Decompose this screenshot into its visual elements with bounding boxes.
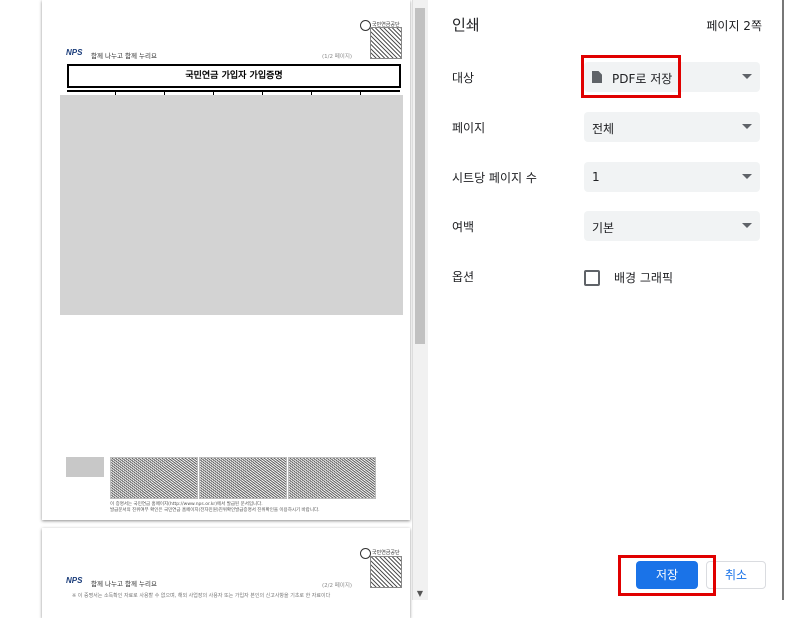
document-title: 국민연금 가입자 가입증명 [67, 64, 401, 88]
destination-highlight [581, 55, 681, 98]
options-label: 옵션 [452, 270, 475, 284]
preview-scroll-thumb[interactable] [415, 8, 425, 344]
barcode-2 [199, 457, 287, 499]
pages-per-sheet-value: 1 [592, 170, 600, 184]
seal-label: 국민연금공단 [372, 550, 400, 556]
chevron-down-icon [742, 223, 752, 228]
chevron-down-icon [742, 74, 752, 79]
margins-label: 여백 [452, 220, 475, 234]
redacted-content [60, 95, 403, 315]
margins-value: 기본 [592, 221, 615, 235]
slogan: 함께 나누고 함께 누리요 [91, 580, 157, 588]
margins-select[interactable]: 기본 [584, 211, 760, 241]
redacted-stamp [66, 457, 104, 477]
background-graphics-checkbox[interactable] [584, 270, 600, 286]
pages-per-sheet-select[interactable]: 1 [584, 162, 760, 192]
pages-label: 페이지 [452, 121, 486, 135]
qr-seal-icon [370, 556, 402, 588]
pages-select[interactable]: 전체 [584, 112, 760, 142]
print-settings-pane: 인쇄 페이지 2쪽 대상 PDF로 저장 페이지 전체 시트당 페이지 수 1 … [428, 0, 784, 600]
destination-label: 대상 [452, 71, 475, 85]
nps-logo: NPS [66, 576, 83, 585]
notice-text: ※ 이 증명서는 소득확인 자료로 사용할 수 없으며, 해외 사업장의 사용자… [72, 593, 331, 599]
preview-page-1: 국민연금공단 NPS 함께 나누고 함께 누리요 (1/2 페이지) 국민연금 … [42, 0, 410, 520]
pages-per-sheet-label: 시트당 페이지 수 [452, 171, 537, 185]
qr-seal-icon [370, 27, 402, 59]
chevron-down-icon [742, 124, 752, 129]
background-graphics-label[interactable]: 배경 그래픽 [614, 269, 673, 286]
nps-logo: NPS [66, 48, 83, 57]
page-number: (1/2 페이지) [322, 54, 353, 60]
page-count: 페이지 2쪽 [706, 19, 762, 33]
page-number: (2/2 페이지) [322, 583, 353, 589]
preview-page-2: 국민연금공단 NPS 함께 나누고 함께 누리요 (2/2 페이지) ※ 이 증… [42, 528, 410, 618]
chevron-down-icon [742, 174, 752, 179]
save-highlight [618, 555, 716, 596]
print-preview-pane: 국민연금공단 NPS 함께 나누고 함께 누리요 (1/2 페이지) 국민연금 … [0, 0, 429, 618]
window-edge [782, 0, 784, 600]
footer-line-2: 발급문서의 진위여부 확인은 국민연금 홈페이지(전자민원)진위확인발급증명서 … [110, 508, 320, 513]
pages-value: 전체 [592, 122, 615, 136]
slogan: 함께 나누고 함께 누리요 [91, 52, 157, 60]
print-heading: 인쇄 [452, 16, 480, 34]
barcode-3 [288, 457, 376, 499]
barcode-1 [110, 457, 198, 499]
scroll-down-arrow-icon[interactable]: ▼ [412, 588, 428, 600]
